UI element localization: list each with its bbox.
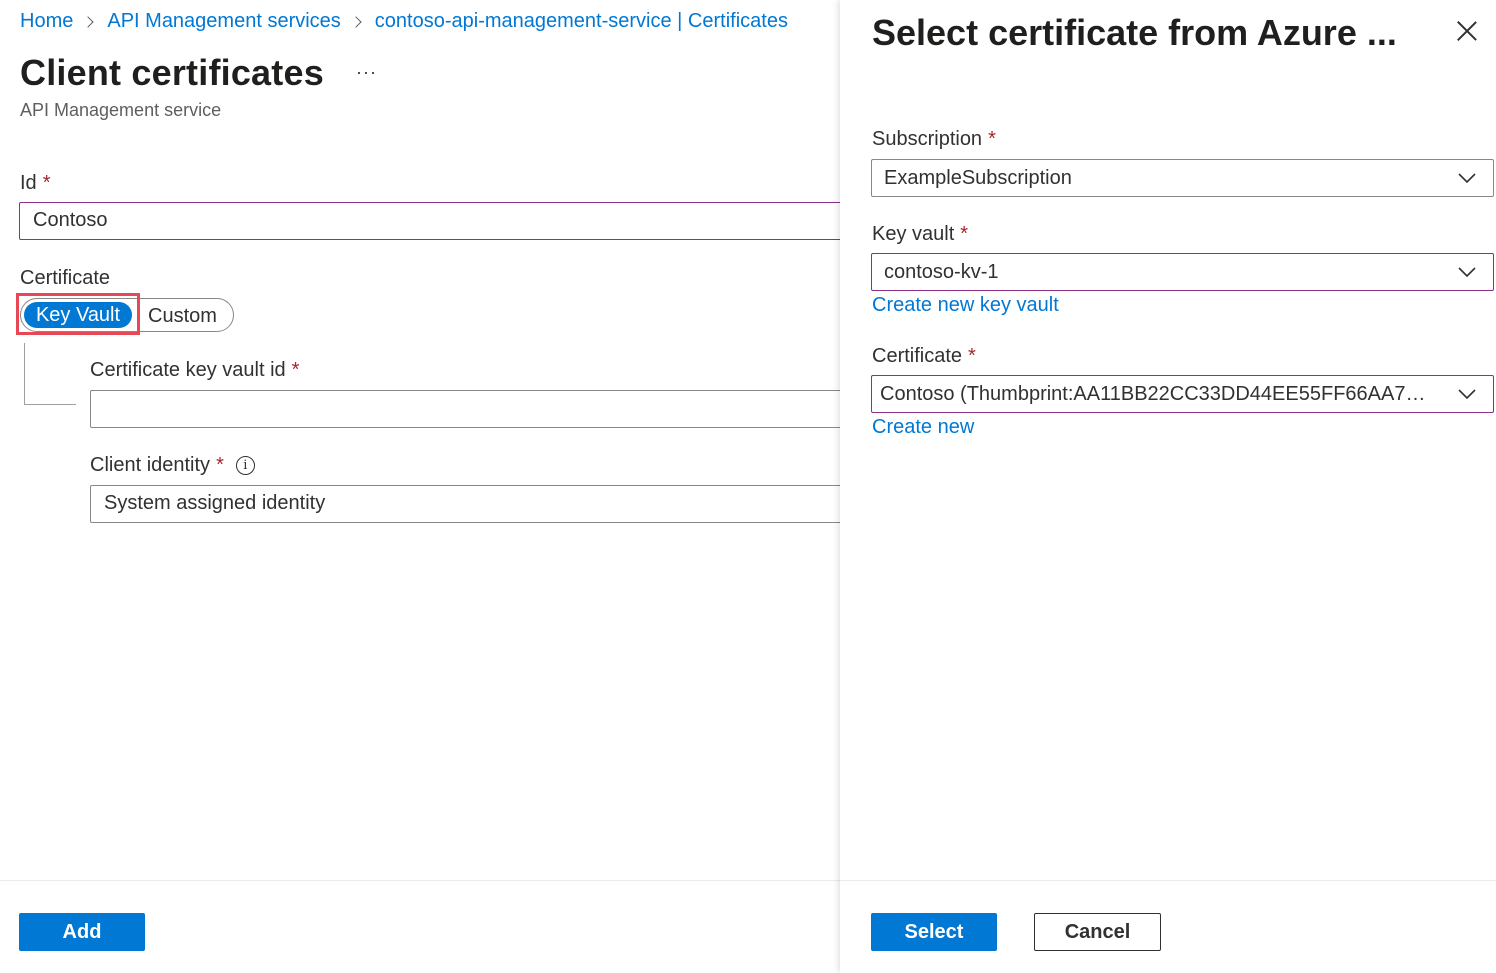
client-identity-label: Client identity * i — [90, 454, 255, 477]
required-marker: * — [968, 345, 976, 367]
chevron-down-icon — [1457, 262, 1477, 282]
chevron-right-icon — [82, 15, 95, 28]
panel-title: Select certificate from Azure ... — [872, 12, 1397, 53]
toggle-custom[interactable]: Custom — [148, 303, 217, 329]
cancel-button[interactable]: Cancel — [1034, 913, 1161, 951]
page-subtitle: API Management service — [20, 100, 222, 120]
create-new-key-vault-link[interactable]: Create new key vault — [872, 294, 1059, 317]
kv-id-input[interactable] — [90, 390, 840, 428]
keyvault-value: contoso-kv-1 — [884, 261, 999, 283]
breadcrumb-api-management-services[interactable]: API Management services — [107, 10, 340, 33]
client-identity-dropdown[interactable]: System assigned identity — [90, 485, 840, 523]
kv-id-label: Certificate key vault id * — [90, 359, 300, 381]
keyvault-label: Key vault * — [872, 223, 969, 245]
close-icon[interactable] — [1454, 18, 1480, 44]
key-vault-highlight — [16, 293, 140, 335]
client-certificates-page: Home API Management services contoso-api… — [0, 0, 840, 973]
panel-certificate-label: Certificate * — [872, 345, 976, 367]
page-title: Client certificates — [20, 52, 324, 93]
required-marker: * — [988, 128, 996, 150]
chevron-down-icon — [1457, 168, 1477, 188]
required-marker: * — [291, 359, 300, 381]
info-icon[interactable]: i — [235, 456, 255, 475]
certificate-value: Contoso (Thumbprint:AA11BB22CC33DD44EE55… — [880, 383, 1494, 405]
select-certificate-panel: Select certificate from Azure ... Subscr… — [840, 0, 1496, 973]
id-input[interactable]: Contoso — [19, 202, 840, 240]
tree-connector — [24, 343, 76, 405]
breadcrumb-home[interactable]: Home — [20, 10, 73, 33]
subscription-label: Subscription * — [872, 128, 996, 150]
create-new-certificate-link[interactable]: Create new — [872, 416, 974, 439]
chevron-down-icon — [1457, 384, 1477, 404]
required-marker: * — [216, 454, 224, 476]
breadcrumb-service-certificates[interactable]: contoso-api-management-service | Certifi… — [375, 10, 788, 33]
select-button[interactable]: Select — [871, 913, 997, 951]
certificate-label: Certificate — [20, 267, 111, 289]
keyvault-dropdown[interactable]: contoso-kv-1 — [871, 253, 1494, 291]
required-marker: * — [42, 172, 51, 194]
required-marker: * — [960, 223, 969, 245]
add-button[interactable]: Add — [19, 913, 145, 951]
certificate-dropdown[interactable]: Contoso (Thumbprint:AA11BB22CC33DD44EE55… — [871, 375, 1494, 413]
id-label: Id * — [20, 172, 51, 194]
panel-footer-divider — [840, 880, 1496, 881]
breadcrumb: Home API Management services contoso-api… — [20, 10, 788, 33]
more-options-icon[interactable]: ··· — [356, 62, 377, 83]
footer-divider — [0, 880, 840, 881]
subscription-dropdown[interactable]: ExampleSubscription — [871, 159, 1494, 197]
chevron-right-icon — [350, 15, 362, 28]
subscription-value: ExampleSubscription — [884, 167, 1072, 189]
